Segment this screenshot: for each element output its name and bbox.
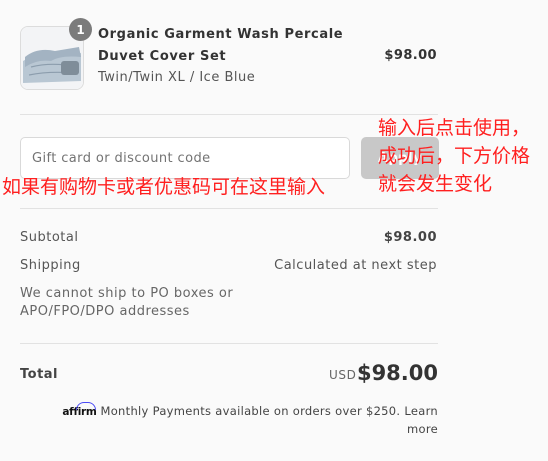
affirm-message-row: affirm Monthly Payments available on ord… — [38, 403, 438, 438]
currency-code: USD — [329, 368, 357, 382]
product-price: $98.00 — [384, 48, 437, 63]
annotation-left: 如果有购物卡或者优惠码可在这里输入 — [2, 176, 326, 198]
total-amount: $98.00 — [356, 361, 438, 385]
learn-more-link[interactable]: Learn more — [404, 404, 438, 436]
shipping-note: We cannot ship to PO boxes or APO/FPO/DP… — [20, 286, 234, 319]
product-variant: Twin/Twin XL / Ice Blue — [98, 70, 256, 85]
annotation-right: 输入后点击使用，成功后，下方价格就会发生变化 — [378, 117, 531, 195]
product-name: Organic Garment Wash Percale Duvet Cover… — [98, 27, 344, 64]
divider — [20, 114, 438, 115]
affirm-message: Monthly Payments available on orders ove… — [100, 404, 401, 418]
divider — [20, 343, 438, 344]
total-label: Total — [20, 367, 59, 382]
subtotal-value: $98.00 — [383, 230, 437, 245]
subtotal-label: Subtotal — [20, 230, 79, 245]
affirm-logo: affirm — [62, 406, 97, 418]
shipping-value: Calculated at next step — [274, 258, 437, 273]
divider — [20, 208, 438, 209]
quantity-badge: 1 — [69, 18, 92, 41]
shipping-label: Shipping — [20, 258, 81, 273]
